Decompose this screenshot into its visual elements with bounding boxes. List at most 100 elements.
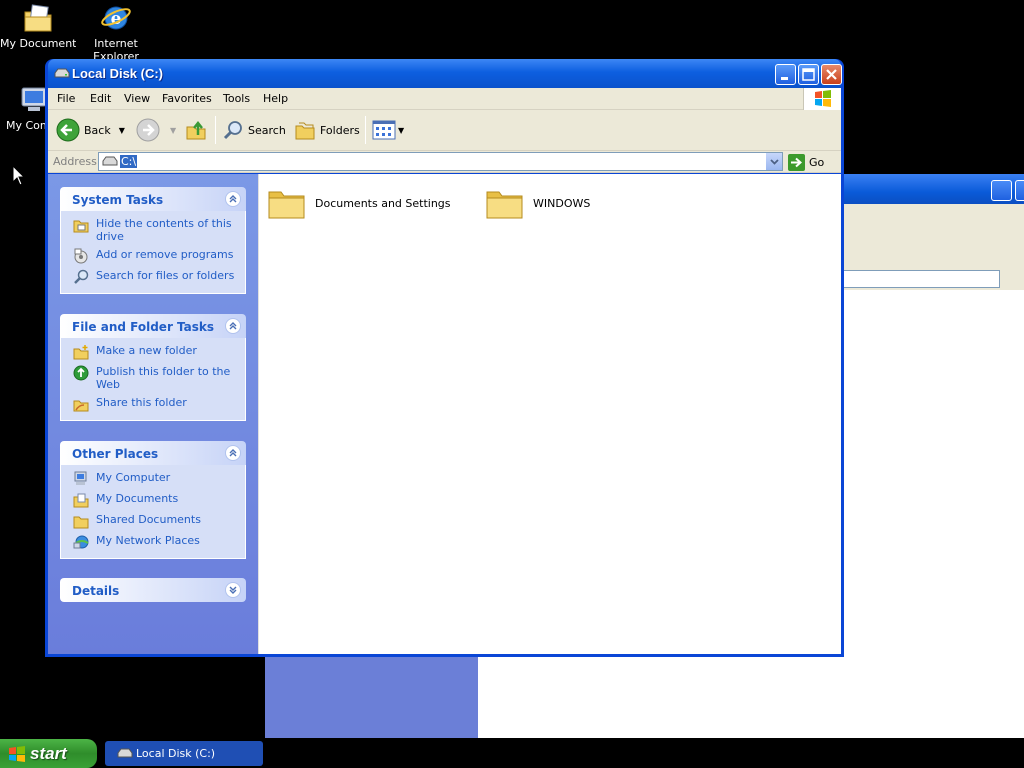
task-share-folder[interactable]: Share this folder: [73, 396, 239, 412]
other-places-header[interactable]: Other Places: [60, 441, 246, 465]
folder-windows[interactable]: WINDOWS: [485, 184, 590, 222]
search-button[interactable]: Search: [222, 116, 286, 144]
mouse-cursor-icon: [12, 165, 26, 186]
forward-arrow-icon: [136, 118, 160, 142]
desktop-icon-my-documents[interactable]: My Documents: [0, 2, 76, 50]
explorer-window: Local Disk (C:) File Edit View Favorites…: [45, 59, 844, 657]
go-button[interactable]: Go: [788, 152, 824, 172]
toolbar: Back ▼ ▼ Search Folders ▼: [48, 110, 841, 151]
place-my-documents[interactable]: My Documents: [73, 492, 239, 508]
up-folder-icon: [186, 120, 206, 140]
views-dropdown-icon: ▼: [398, 125, 405, 135]
place-shared-documents[interactable]: Shared Documents: [73, 513, 239, 529]
desktop-icon-label: Internet Explorer: [93, 37, 139, 60]
windows-logo-icon: [803, 88, 841, 110]
back-label: Back: [84, 123, 111, 137]
task-search-files[interactable]: Search for files or folders: [73, 269, 239, 285]
menu-tools[interactable]: Tools: [223, 92, 250, 105]
file-folder-tasks-title: File and Folder Tasks: [72, 320, 215, 334]
folders-label: Folders: [320, 123, 360, 137]
close-button[interactable]: [821, 64, 842, 85]
my-documents-icon: [73, 492, 89, 508]
share-folder-icon: [73, 396, 89, 412]
details-title: Details: [72, 584, 120, 598]
menu-help[interactable]: Help: [263, 92, 288, 105]
background-window-titlebar: [843, 174, 1024, 204]
taskbar-item-label: Local Disk (C:): [136, 747, 216, 760]
start-button[interactable]: start: [0, 739, 97, 768]
address-bar: Address C:\ Go: [48, 151, 841, 173]
desktop-icon-label: My Documents: [0, 37, 76, 50]
file-folder-tasks-panel: File and Folder Tasks Make a new folder …: [60, 314, 246, 421]
folder-documents-and-settings[interactable]: Documents and Settings: [267, 184, 451, 222]
window-titlebar[interactable]: Local Disk (C:): [48, 59, 842, 88]
forward-button[interactable]: ▼: [136, 116, 176, 144]
collapse-icon[interactable]: [225, 191, 241, 207]
window-body: System Tasks Hide the contents of this d…: [48, 174, 841, 654]
system-tasks-panel: System Tasks Hide the contents of this d…: [60, 187, 246, 294]
collapse-icon[interactable]: [225, 445, 241, 461]
window-title: Local Disk (C:): [72, 66, 164, 81]
address-dropdown-button[interactable]: [765, 153, 782, 170]
folder-icon: [485, 184, 525, 222]
file-folder-tasks-header[interactable]: File and Folder Tasks: [60, 314, 246, 338]
details-panel: Details: [60, 578, 246, 602]
folders-button[interactable]: Folders: [294, 116, 360, 144]
task-hide-drive-contents[interactable]: Hide the contents of this drive: [73, 217, 239, 243]
collapse-icon[interactable]: [225, 318, 241, 334]
background-toolbar: [843, 228, 1024, 268]
go-arrow-icon: [788, 153, 805, 171]
details-header[interactable]: Details: [60, 578, 246, 602]
up-folder-button[interactable]: [184, 116, 208, 144]
taskbar: start Local Disk (C:): [0, 738, 1024, 768]
place-my-computer[interactable]: My Computer: [73, 471, 239, 487]
views-button[interactable]: ▼: [372, 116, 404, 144]
other-places-list: My Computer My Documents Shared Document…: [60, 465, 246, 559]
forward-dropdown-icon[interactable]: ▼: [170, 126, 176, 135]
search-icon: [223, 121, 242, 140]
toolbar-separator: [215, 116, 216, 144]
address-input[interactable]: C:\: [98, 152, 783, 171]
other-places-title: Other Places: [72, 447, 159, 461]
back-arrow-icon: [56, 118, 80, 142]
hide-contents-icon: [73, 217, 89, 233]
menu-edit[interactable]: Edit: [90, 92, 111, 105]
back-dropdown-icon[interactable]: ▼: [119, 126, 125, 135]
add-remove-programs-icon: [73, 248, 89, 264]
my-computer-icon: [18, 84, 45, 116]
taskbar-item-local-disk[interactable]: Local Disk (C:): [105, 741, 263, 766]
menu-favorites[interactable]: Favorites: [162, 92, 212, 105]
menu-view[interactable]: View: [124, 92, 150, 105]
system-tasks-header[interactable]: System Tasks: [60, 187, 246, 211]
internet-explorer-icon: e: [100, 2, 132, 34]
minimize-button[interactable]: [775, 64, 796, 85]
desktop-icon-my-computer[interactable]: My Computer: [0, 84, 45, 132]
toolbar-separator: [365, 116, 366, 144]
maximize-button[interactable]: [798, 64, 819, 85]
expand-icon[interactable]: [225, 582, 241, 598]
task-make-new-folder[interactable]: Make a new folder: [73, 344, 239, 360]
file-folder-tasks-list: Make a new folder Publish this folder to…: [60, 338, 246, 421]
background-maximize-button[interactable]: [1015, 180, 1024, 201]
minimize-icon: [781, 77, 788, 80]
system-tasks-title: System Tasks: [72, 193, 164, 207]
network-places-icon: [73, 534, 89, 550]
desktop-icon-internet-explorer[interactable]: e Internet Explorer: [78, 2, 154, 60]
shared-documents-icon: [73, 513, 89, 529]
menu-file[interactable]: File: [57, 92, 75, 105]
place-my-network-places[interactable]: My Network Places: [73, 534, 239, 550]
folder-label: Documents and Settings: [315, 196, 451, 210]
folder-label: WINDOWS: [533, 196, 591, 210]
desktop-icon-label: My Computer: [6, 119, 45, 132]
menubar: File Edit View Favorites Tools Help: [48, 88, 841, 110]
background-minimize-button[interactable]: [991, 180, 1012, 201]
other-places-panel: Other Places My Computer My Documents Sh…: [60, 441, 246, 559]
task-publish-to-web[interactable]: Publish this folder to the Web: [73, 365, 239, 391]
new-folder-icon: [73, 344, 89, 360]
drive-icon: [117, 748, 133, 758]
back-button[interactable]: Back ▼: [56, 116, 125, 144]
windows-flag-icon: [9, 746, 25, 762]
task-add-remove-programs[interactable]: Add or remove programs: [73, 248, 239, 264]
my-computer-icon: [73, 471, 89, 487]
drive-icon: [54, 67, 70, 79]
